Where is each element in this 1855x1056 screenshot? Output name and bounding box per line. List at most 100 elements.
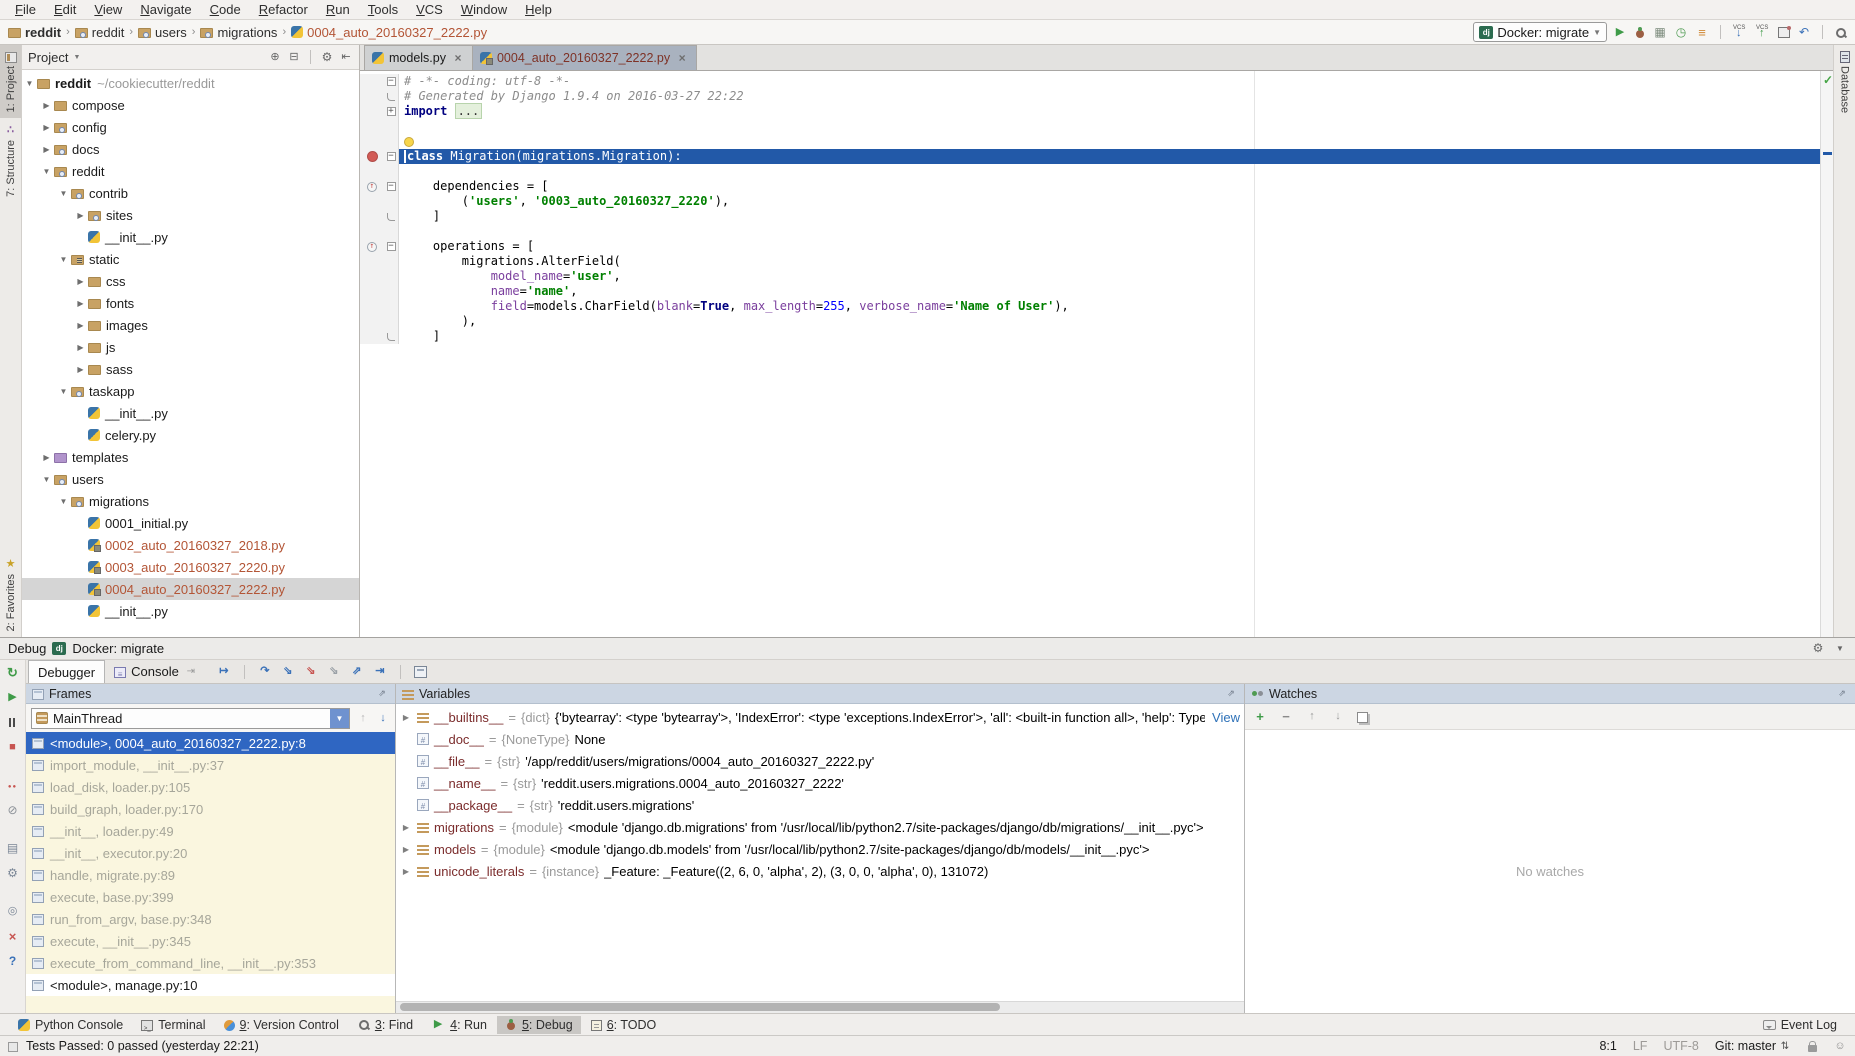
tree-toggle-icon[interactable]: ▼ — [39, 167, 54, 176]
scrollbar-thumb[interactable] — [400, 1003, 1000, 1011]
gutter-icon-area[interactable] — [360, 284, 384, 299]
gutter-icon-area[interactable] — [360, 89, 384, 104]
gear-icon[interactable] — [320, 51, 334, 64]
tree-toggle-icon[interactable]: ▼ — [56, 387, 71, 396]
fold-gutter[interactable] — [384, 284, 399, 299]
next-frame-icon[interactable] — [376, 712, 390, 725]
menu-navigate[interactable]: Navigate — [131, 0, 200, 19]
gutter-icon-area[interactable] — [360, 269, 384, 284]
stripe-button-1-project[interactable]: 1: Project — [0, 45, 21, 118]
menu-file[interactable]: File — [6, 0, 45, 19]
code-text[interactable]: migrations.AlterField( — [399, 254, 1833, 269]
gear-icon[interactable] — [1811, 642, 1825, 655]
gutter-icon-area[interactable] — [360, 74, 384, 89]
gutter-icon-area[interactable] — [360, 104, 384, 119]
hide-left-icon[interactable] — [339, 51, 353, 64]
code-text[interactable]: class Migration(migrations.Migration): — [399, 149, 1833, 164]
evaluate-expression-icon[interactable] — [414, 666, 427, 678]
fold-gutter[interactable] — [384, 329, 399, 344]
menu-tools[interactable]: Tools — [359, 0, 407, 19]
tree-item-docs[interactable]: ▶docs — [22, 138, 359, 160]
tree-item-images[interactable]: ▶images — [22, 314, 359, 336]
menu-vcs[interactable]: VCS — [407, 0, 452, 19]
toolwindow-button-python-console[interactable]: Python Console — [10, 1016, 131, 1034]
resume-button[interactable] — [3, 688, 23, 706]
code-text[interactable] — [399, 119, 1833, 134]
tab-close-icon[interactable] — [451, 52, 465, 65]
gutter-icon-area[interactable] — [360, 254, 384, 269]
fold-gutter[interactable]: + — [384, 104, 399, 119]
tree-toggle-icon[interactable]: ▶ — [39, 123, 54, 132]
tree-toggle-icon[interactable]: ▶ — [73, 365, 88, 374]
code-editor[interactable]: −# -*- coding: utf-8 -*-# Generated by D… — [360, 71, 1833, 637]
params-icon[interactable] — [1695, 26, 1709, 39]
frame-row[interactable]: handle, migrate.py:89 — [26, 864, 395, 886]
show-execution-point-icon[interactable] — [217, 665, 231, 678]
tree-item-static[interactable]: ▼static — [22, 248, 359, 270]
status-message[interactable]: Tests Passed: 0 passed (yesterday 22:21) — [26, 1039, 259, 1053]
menu-run[interactable]: Run — [317, 0, 359, 19]
caret-position[interactable]: 8:1 — [1599, 1039, 1616, 1053]
lock-icon[interactable] — [1808, 1045, 1817, 1052]
toolwindow-button-find[interactable]: 3: Find — [349, 1016, 421, 1034]
variable-row-unicodeliterals[interactable]: ▶unicode_literals = {instance}_Feature: … — [396, 860, 1244, 882]
run-config-select[interactable]: Docker: migrate ▼ — [1473, 22, 1607, 42]
step-into-icon[interactable] — [281, 665, 295, 678]
frame-row[interactable]: import_module, __init__.py:37 — [26, 754, 395, 776]
rerun-button[interactable] — [3, 663, 23, 681]
copy-icon[interactable] — [1357, 712, 1368, 723]
tree-toggle-icon[interactable]: ▼ — [56, 255, 71, 264]
stripe-button-7-structure[interactable]: 7: Structure — [0, 118, 21, 203]
tree-item-sites[interactable]: ▶sites — [22, 204, 359, 226]
thread-selector[interactable]: MainThread ▼ — [31, 708, 350, 729]
variable-row-models[interactable]: ▶models = {module}<module 'django.db.mod… — [396, 838, 1244, 860]
fold-gutter[interactable] — [384, 269, 399, 284]
gutter-icon-area[interactable] — [360, 314, 384, 329]
gutter-icon-area[interactable] — [360, 179, 384, 194]
fold-collapse-icon[interactable]: − — [387, 152, 396, 161]
event-log-button[interactable]: Event Log — [1755, 1016, 1845, 1034]
horizontal-scrollbar[interactable] — [396, 1001, 1244, 1013]
tree-item-config[interactable]: ▶config — [22, 116, 359, 138]
menu-refactor[interactable]: Refactor — [250, 0, 317, 19]
code-text[interactable] — [399, 164, 1833, 179]
variable-row-package[interactable]: __package__ = {str}'reddit.users.migrati… — [396, 794, 1244, 816]
breadcrumb-item[interactable]: reddit — [75, 25, 125, 40]
fold-gutter[interactable] — [384, 194, 399, 209]
stripe-button-database[interactable]: Database — [1834, 45, 1855, 119]
float-icon[interactable] — [1835, 687, 1849, 700]
profiler-icon[interactable] — [1674, 26, 1688, 39]
gutter-icon-area[interactable] — [360, 239, 384, 254]
variable-row-migrations[interactable]: ▶migrations = {module}<module 'django.db… — [396, 816, 1244, 838]
run-icon[interactable] — [1613, 26, 1627, 39]
expand-icon[interactable]: ▶ — [400, 823, 412, 832]
breadcrumb-item[interactable]: users — [138, 25, 187, 40]
restore-layout-button[interactable] — [3, 839, 23, 857]
frame-row[interactable]: <module>, manage.py:10 — [26, 974, 395, 996]
tree-item-reddit[interactable]: ▼reddit~/cookiecutter/reddit — [22, 72, 359, 94]
settings-button[interactable] — [3, 864, 23, 882]
tree-toggle-icon[interactable]: ▶ — [39, 101, 54, 110]
menu-view[interactable]: View — [85, 0, 131, 19]
tree-item-css[interactable]: ▶css — [22, 270, 359, 292]
debug-tab-console[interactable]: Console — [105, 660, 207, 683]
tree-toggle-icon[interactable]: ▶ — [39, 453, 54, 462]
close-red-button[interactable] — [3, 927, 23, 945]
gutter-icon-area[interactable] — [360, 209, 384, 224]
expand-icon[interactable]: ▶ — [400, 867, 412, 876]
fold-gutter[interactable] — [384, 254, 399, 269]
code-text[interactable]: ('users', '0003_auto_20160327_2220'), — [399, 194, 1833, 209]
code-text[interactable]: dependencies = [ — [399, 179, 1833, 194]
breadcrumb-item[interactable]: 0004_auto_20160327_2222.py — [291, 25, 487, 40]
gutter-icon-area[interactable] — [360, 119, 384, 134]
frame-row[interactable]: __init__, executor.py:20 — [26, 842, 395, 864]
git-branch-widget[interactable]: Git: master — [1715, 1039, 1792, 1053]
tree-toggle-icon[interactable]: ▶ — [73, 343, 88, 352]
toolwindow-button-todo[interactable]: 6: TODO — [583, 1016, 665, 1034]
breadcrumb-item[interactable]: migrations — [200, 25, 277, 40]
up-gray-icon[interactable] — [1305, 710, 1319, 723]
tree-item--init-py[interactable]: __init__.py — [22, 600, 359, 622]
tree-item-reddit[interactable]: ▼reddit — [22, 160, 359, 182]
tree-item-migrations[interactable]: ▼migrations — [22, 490, 359, 512]
down-gray-icon[interactable] — [1331, 710, 1345, 723]
